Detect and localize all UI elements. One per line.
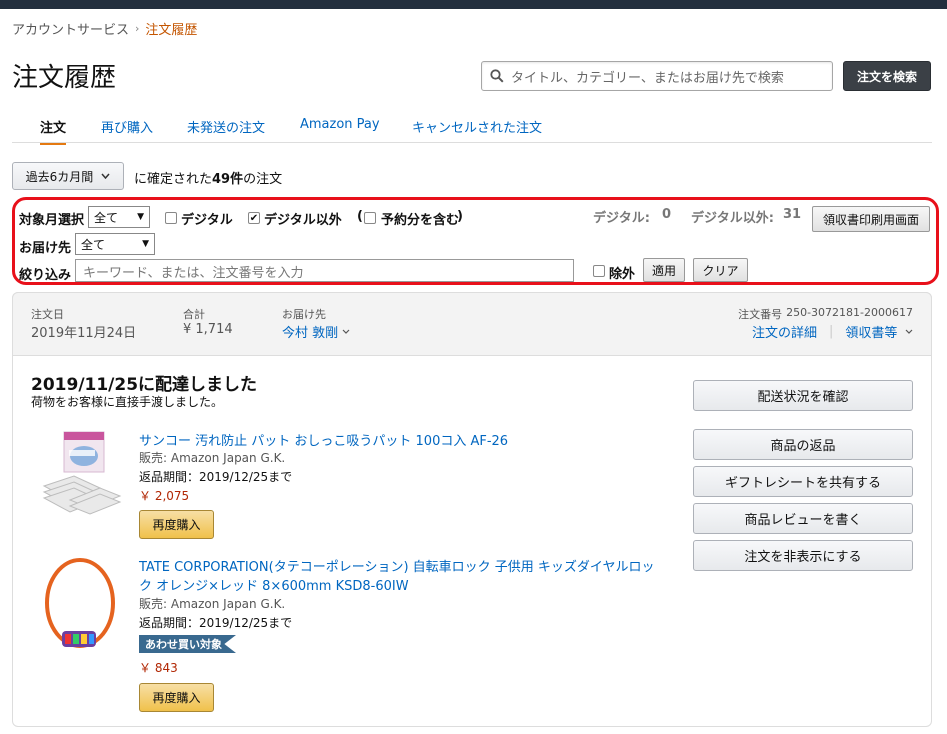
- apply-button[interactable]: 適用: [643, 258, 685, 282]
- delivery-status: 2019/11/25に配達しました: [31, 375, 258, 395]
- reserve-label: 予約分を含む: [381, 213, 460, 228]
- product-title-2-line1[interactable]: TATE CORPORATION(タテコーポレーション) 自転車ロック 子供用 …: [139, 556, 655, 575]
- archive-order-button[interactable]: 注文を非表示にする: [693, 540, 913, 571]
- breadcrumb-current: 注文履歴: [145, 23, 198, 38]
- dropdown-arrow-icon: ▼: [137, 212, 144, 222]
- narrow-label: 絞り込み: [19, 268, 72, 283]
- track-package-button[interactable]: 配送状況を確認: [693, 380, 913, 411]
- write-review-button[interactable]: 商品レビューを書く: [693, 503, 913, 534]
- clear-button[interactable]: クリア: [693, 258, 748, 282]
- order-date: 2019年11月24日: [31, 326, 137, 341]
- product-return-1: 返品期間：2019/12/25まで: [139, 470, 293, 484]
- product-return-2: 返品期間：2019/12/25まで: [139, 616, 293, 630]
- keyword-input[interactable]: キーワード、または、注文番号を入力: [75, 259, 574, 282]
- period-prefix: に確定された: [134, 172, 213, 187]
- reserve-checkbox[interactable]: [364, 212, 376, 224]
- ship-to-popover[interactable]: 今村 敦剛: [282, 322, 350, 341]
- tab-buy-again[interactable]: 再び購入: [101, 117, 153, 136]
- reserve-paren-open: (: [357, 209, 363, 224]
- non-digital-count-label: デジタル以外:: [691, 211, 774, 226]
- product-seller-1: 販売: Amazon Japan G.K.: [139, 451, 286, 465]
- digital-label: デジタル: [181, 213, 233, 228]
- tab-amazon-pay[interactable]: Amazon Pay: [300, 117, 380, 132]
- digital-count: 0: [662, 207, 672, 222]
- chevron-down-icon: [342, 329, 350, 334]
- exclude-checkbox[interactable]: [593, 265, 605, 277]
- non-digital-label: デジタル以外: [264, 213, 342, 228]
- checkmark-icon: ✔: [249, 212, 259, 224]
- order-tabs: 注文 再び購入 未発送の注文 Amazon Pay キャンセルされた注文: [12, 115, 932, 145]
- tab-not-shipped[interactable]: 未発送の注文: [187, 117, 265, 136]
- link-divider: |: [829, 324, 834, 339]
- product-title-1[interactable]: サンコー 汚れ防止 パット おしっこ吸うパット 100コ入 AF-26: [139, 430, 508, 449]
- non-digital-count: 31: [783, 207, 802, 222]
- receipt-link: 領収書等: [845, 326, 898, 341]
- ship-to-name: 今村 敦剛: [282, 326, 339, 341]
- buy-again-button-1[interactable]: 再度購入: [139, 510, 214, 539]
- delivery-status-detail: 荷物をお客様に直接手渡しました。: [31, 395, 224, 409]
- product-price-1: ￥ 2,075: [139, 489, 190, 503]
- search-icon: [490, 69, 504, 83]
- product-image-bike-lock[interactable]: [40, 557, 124, 657]
- keyword-placeholder: キーワード、または、注文番号を入力: [83, 266, 304, 281]
- product-price-2: ￥ 843: [139, 661, 178, 675]
- non-digital-checkbox[interactable]: ✔: [248, 212, 260, 224]
- month-select-value: 全て: [94, 210, 119, 225]
- add-on-badge: あわせ買い対象: [139, 635, 236, 653]
- order-count: 49件: [212, 172, 244, 187]
- ship-to-select[interactable]: 全て ▼: [75, 233, 155, 255]
- order-count-text: に確定された49件の注文: [134, 168, 282, 187]
- search-placeholder: タイトル、カテゴリー、またはお届け先で検索: [511, 70, 784, 86]
- product-title-2-line2[interactable]: ク オレンジ×レッド 8×600mm KSD8-60IW: [139, 575, 409, 594]
- product-seller-2: 販売: Amazon Japan G.K.: [139, 597, 286, 611]
- buy-again-button-2[interactable]: 再度購入: [139, 683, 214, 712]
- order-details-link[interactable]: 注文の詳細: [752, 322, 817, 341]
- order-date-label: 注文日: [31, 308, 64, 321]
- month-select-label: 対象月選択: [19, 213, 85, 228]
- month-select[interactable]: 全て ▼: [88, 206, 150, 228]
- order-total: ¥ 1,714: [183, 322, 233, 337]
- ship-to-label: お届け先: [19, 241, 72, 256]
- period-value: 過去6カ月間: [25, 169, 94, 184]
- breadcrumb: アカウントサービス › 注文履歴: [12, 19, 197, 38]
- period-dropdown[interactable]: 過去6カ月間: [12, 162, 124, 190]
- search-input[interactable]: タイトル、カテゴリー、またはお届け先で検索: [481, 61, 833, 91]
- product-image-pads[interactable]: [40, 430, 124, 516]
- order-number: 注文番号 250-3072181-2000617: [738, 306, 913, 322]
- ship-to-header-label: お届け先: [282, 308, 326, 321]
- breadcrumb-account-services[interactable]: アカウントサービス: [12, 19, 129, 38]
- search-orders-button[interactable]: 注文を検索: [843, 61, 931, 91]
- receipt-print-button[interactable]: 領収書印刷用画面: [812, 206, 930, 232]
- receipt-dropdown[interactable]: 領収書等: [845, 322, 913, 341]
- dropdown-arrow-icon: ▼: [142, 239, 149, 249]
- chevron-down-icon: [101, 173, 110, 179]
- share-gift-receipt-button[interactable]: ギフトレシートを共有する: [693, 466, 913, 497]
- breadcrumb-separator: ›: [135, 22, 140, 35]
- digital-count-label: デジタル:: [593, 211, 650, 226]
- ship-to-select-value: 全て: [81, 237, 106, 252]
- exclude-label: 除外: [609, 267, 636, 282]
- return-items-button[interactable]: 商品の返品: [693, 429, 913, 460]
- top-bar: [0, 0, 947, 9]
- chevron-down-icon: [905, 329, 913, 334]
- order-number-label: 注文番号: [738, 308, 783, 321]
- tab-orders[interactable]: 注文: [40, 117, 67, 145]
- order-number-value: 250-3072181-2000617: [786, 306, 913, 319]
- order-links: 注文の詳細 | 領収書等: [752, 322, 913, 341]
- page-title: 注文履歴: [12, 63, 117, 93]
- tab-cancelled[interactable]: キャンセルされた注文: [412, 117, 542, 136]
- reserve-paren-close: ): [457, 209, 463, 224]
- period-suffix: の注文: [243, 172, 283, 187]
- digital-checkbox[interactable]: [165, 212, 177, 224]
- order-total-label: 合計: [183, 308, 205, 321]
